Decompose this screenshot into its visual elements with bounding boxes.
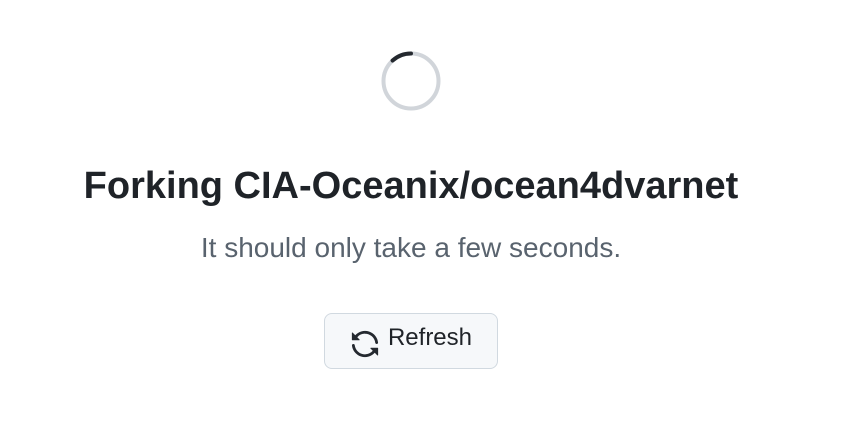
refresh-button-label: Refresh (387, 324, 473, 351)
loading-spinner-icon (381, 51, 441, 111)
page-subtitle: It should only take a few seconds. (200, 232, 622, 263)
fork-progress-page: Forking CIA-Oceanix/ocean4dvarnet It sho… (0, 0, 855, 437)
page-title: Forking CIA-Oceanix/ocean4dvarnet (83, 165, 739, 207)
sync-icon (350, 329, 380, 359)
refresh-button[interactable]: Refresh (324, 313, 498, 369)
